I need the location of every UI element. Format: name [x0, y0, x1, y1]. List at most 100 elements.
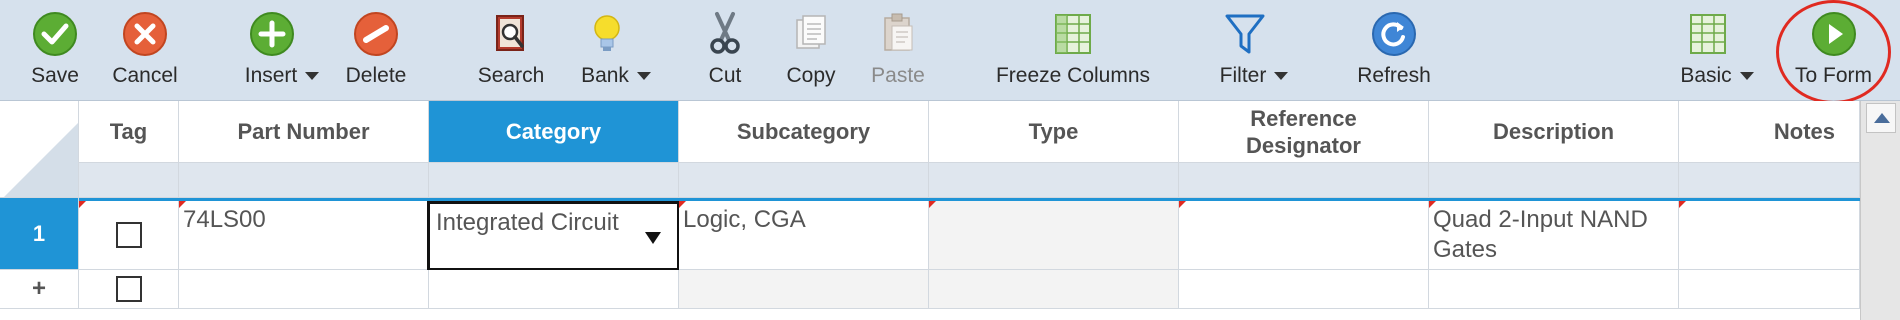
new-row-category-cell[interactable] [429, 270, 679, 309]
new-row-notes-cell[interactable] [1679, 270, 1860, 309]
delete-icon [354, 12, 398, 56]
bank-label: Bank [571, 64, 661, 88]
save-label: Save [31, 64, 79, 87]
copy-button[interactable]: Copy [775, 0, 847, 100]
notes-cell[interactable] [1679, 201, 1860, 270]
paste-label: Paste [871, 64, 925, 87]
freeze-columns-button[interactable]: Freeze Columns [988, 0, 1158, 100]
cancel-label: Cancel [112, 64, 178, 87]
basic-view-icon [1689, 14, 1726, 54]
new-row-reference-designator-cell[interactable] [1179, 270, 1429, 309]
column-header-description[interactable]: Description [1429, 101, 1679, 163]
cancel-icon [123, 12, 167, 56]
bank-button[interactable]: Bank [571, 0, 661, 100]
new-row-description-cell[interactable] [1429, 270, 1679, 309]
cancel-button[interactable]: Cancel [105, 0, 185, 100]
add-row-button[interactable]: + [0, 270, 79, 309]
chevron-down-icon [1274, 72, 1289, 81]
dropdown-arrow-icon[interactable] [645, 232, 661, 244]
search-icon [496, 15, 524, 51]
subcategory-value: Logic, CGA [683, 206, 806, 233]
filter-cell-subcategory[interactable] [679, 163, 929, 198]
search-button[interactable]: Search [470, 0, 552, 100]
to-form-icon [1811, 12, 1856, 56]
insert-label: Insert [232, 64, 332, 88]
copy-label: Copy [786, 64, 836, 87]
select-all-corner[interactable] [0, 101, 79, 198]
new-row-type-cell[interactable] [929, 270, 1179, 309]
column-header-category[interactable]: Category [429, 101, 679, 163]
filter-cell-notes[interactable] [1679, 163, 1860, 198]
delete-label: Delete [345, 64, 407, 87]
column-header-type[interactable]: Type [929, 101, 1179, 163]
freeze-columns-label: Freeze Columns [995, 64, 1151, 87]
vertical-scrollbar[interactable] [1860, 101, 1900, 320]
column-header-part-number[interactable]: Part Number [179, 101, 429, 163]
to-form-label: To Form [1794, 64, 1872, 87]
paste-button[interactable]: Paste [863, 0, 933, 100]
edited-marker [1429, 201, 1436, 208]
edited-marker [179, 201, 186, 208]
cut-button[interactable]: Cut [694, 0, 756, 100]
tag-checkbox[interactable] [115, 222, 142, 248]
save-icon [33, 12, 77, 56]
edited-marker [79, 201, 86, 208]
filter-button[interactable]: Filter [1210, 0, 1298, 100]
chevron-down-icon [1739, 72, 1754, 81]
new-row-tag-checkbox[interactable] [115, 276, 142, 302]
filter-cell-description[interactable] [1429, 163, 1679, 198]
freeze-columns-icon [1055, 14, 1091, 54]
reference-designator-cell[interactable] [1179, 201, 1429, 270]
edited-marker [679, 201, 686, 208]
refresh-button[interactable]: Refresh [1348, 0, 1440, 100]
filter-cell-type[interactable] [929, 163, 1179, 198]
tag-cell [79, 201, 179, 270]
search-label: Search [477, 64, 545, 87]
refresh-icon [1372, 12, 1416, 56]
edited-marker [1179, 201, 1186, 208]
part-number-value: 74LS00 [183, 206, 266, 233]
filter-cell-category[interactable] [429, 163, 679, 198]
bank-icon [594, 15, 620, 51]
column-header-notes[interactable]: Notes [1679, 101, 1860, 163]
filter-cell-part-number[interactable] [179, 163, 429, 198]
basic-view-label: Basic [1670, 64, 1764, 88]
basic-view-button[interactable]: Basic [1670, 0, 1764, 100]
paste-icon [884, 13, 913, 51]
edited-marker [929, 201, 936, 208]
corner-triangle-icon [4, 123, 78, 197]
spreadsheet-grid: Tag Part Number Category Subcategory Typ… [0, 101, 1900, 320]
cut-label: Cut [708, 64, 742, 87]
row-number[interactable]: 1 [0, 198, 79, 270]
insert-button[interactable]: Insert [232, 0, 332, 100]
new-row-subcategory-cell[interactable] [679, 270, 929, 309]
description-value: Quad 2-Input NAND Gates [1433, 206, 1648, 263]
new-row-tag-cell [79, 270, 179, 309]
filter-icon [1225, 14, 1265, 54]
chevron-down-icon [305, 72, 320, 81]
filter-cell-tag[interactable] [79, 163, 179, 198]
category-value: Integrated Circuit [436, 209, 619, 236]
filter-cell-reference-designator[interactable] [1179, 163, 1429, 198]
edited-marker [1679, 201, 1686, 208]
column-header-tag[interactable]: Tag [79, 101, 179, 163]
refresh-label: Refresh [1357, 64, 1431, 87]
filter-label: Filter [1210, 64, 1298, 88]
save-button[interactable]: Save [20, 0, 90, 100]
type-cell[interactable] [929, 201, 1179, 270]
chevron-down-icon [636, 72, 651, 81]
to-form-button[interactable]: To Form [1786, 0, 1881, 100]
copy-icon [796, 15, 826, 49]
delete-button[interactable]: Delete [336, 0, 416, 100]
description-cell[interactable]: Quad 2-Input NAND Gates [1429, 201, 1679, 270]
category-dropdown[interactable]: Integrated Circuit [427, 201, 680, 271]
insert-icon [250, 12, 294, 56]
part-number-cell[interactable]: 74LS00 [179, 201, 429, 270]
new-row-part-number-cell[interactable] [179, 270, 429, 309]
column-header-subcategory[interactable]: Subcategory [679, 101, 929, 163]
toolbar: Save Cancel Insert Delete Search Bank Cu… [0, 0, 1900, 104]
subcategory-cell[interactable]: Logic, CGA [679, 201, 929, 270]
scroll-up-icon[interactable] [1866, 103, 1896, 133]
cut-icon [710, 12, 740, 54]
column-header-reference-designator[interactable]: Reference Designator [1179, 101, 1429, 163]
